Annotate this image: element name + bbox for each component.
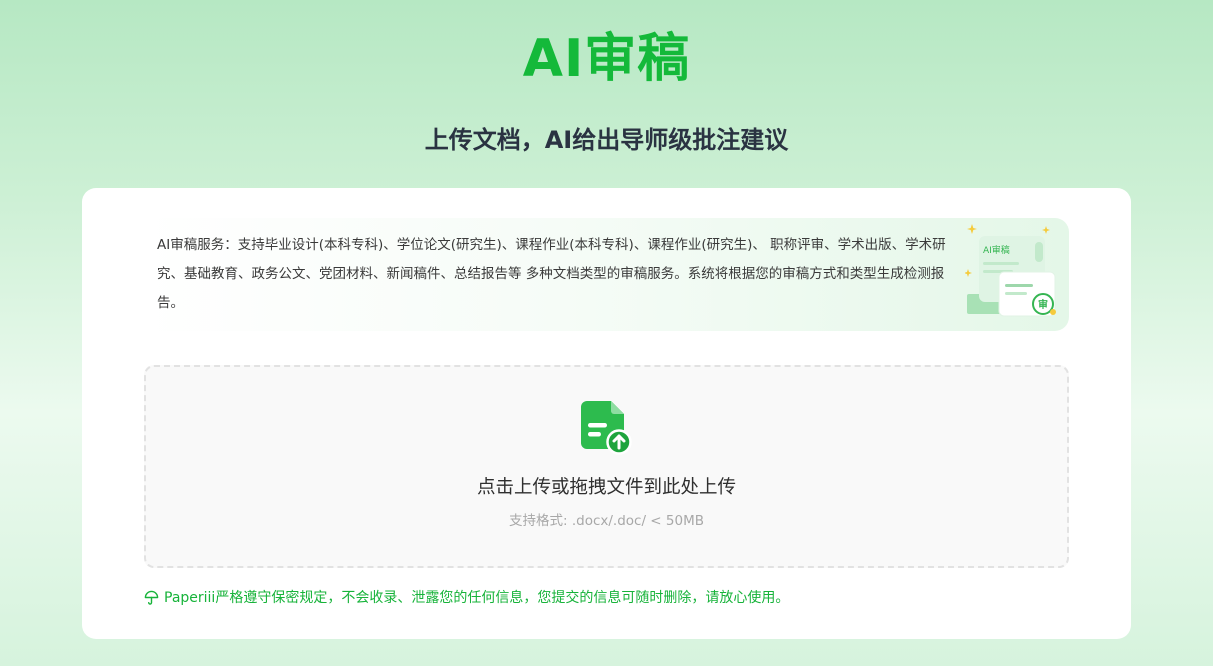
svg-text:审: 审 (1038, 298, 1048, 311)
privacy-notice: Paperiii严格遵守保密规定，不会收录、泄露您的任何信息，您提交的信息可随时… (144, 587, 1065, 609)
main-card: AI审稿服务：支持毕业设计(本科专科)、学位论文(研究生)、课程作业(本科专科)… (82, 188, 1131, 639)
privacy-text: Paperiii严格遵守保密规定，不会收录、泄露您的任何信息，您提交的信息可随时… (164, 590, 790, 606)
coin-dot (1050, 309, 1056, 315)
sparkle-icon (965, 269, 972, 277)
file-upload-icon (581, 401, 632, 455)
upload-prompt[interactable]: 点击上传或拖拽文件到此处上传 (146, 475, 1067, 501)
umbrella-icon (144, 590, 159, 605)
ai-review-document-illustration: AI审稿 审 (965, 224, 1056, 317)
page-title: AI审稿 (522, 29, 691, 89)
sparkle-icon (967, 224, 977, 234)
service-description: AI审稿服务：支持毕业设计(本科专科)、学位论文(研究生)、课程作业(本科专科)… (157, 237, 946, 311)
info-banner: AI审稿服务：支持毕业设计(本科专科)、学位论文(研究生)、课程作业(本科专科)… (144, 218, 1069, 331)
sparkle-icon (1042, 226, 1050, 234)
illustration-label: AI审稿 (983, 244, 1010, 256)
upload-format-hint: 支持格式: .docx/.doc/ < 50MB (509, 513, 704, 529)
upload-dropzone[interactable]: 点击上传或拖拽文件到此处上传 支持格式: .docx/.doc/ < 50MB (144, 365, 1069, 568)
page-subtitle: 上传文档，AI给出导师级批注建议 (424, 126, 789, 154)
